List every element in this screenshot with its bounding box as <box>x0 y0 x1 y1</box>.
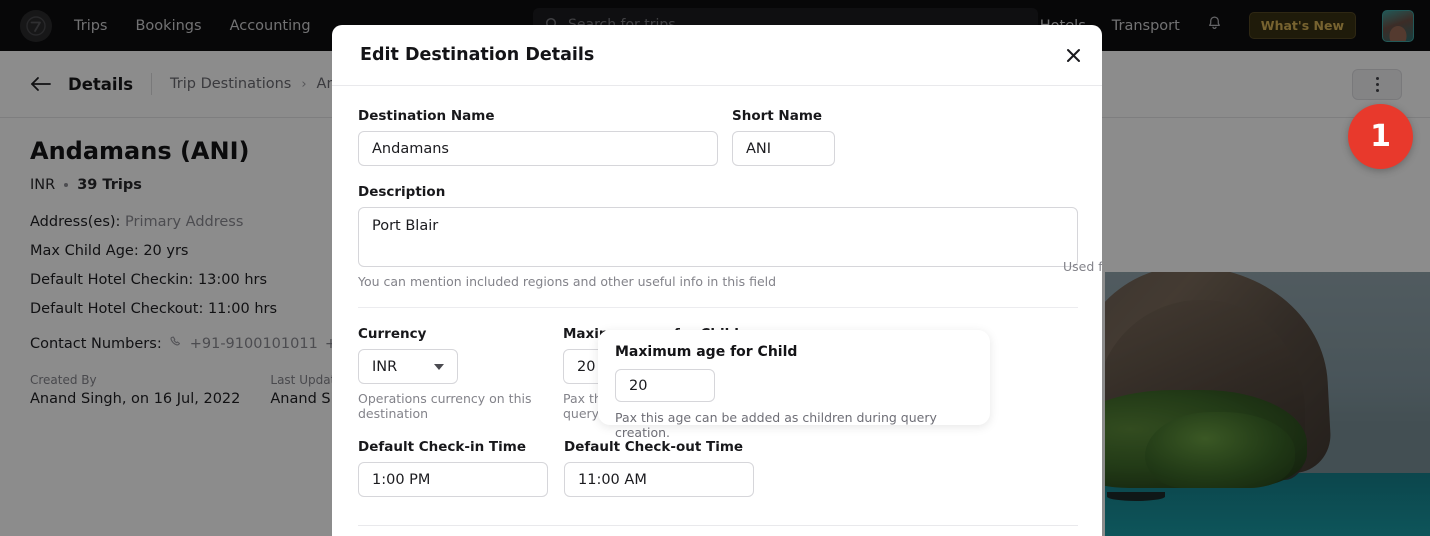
tour-step-badge[interactable]: 1 <box>1348 104 1413 169</box>
name-row: Destination Name Andamans Short Name ANI <box>358 108 1076 166</box>
spotlight-hint: Pax this age can be added as children du… <box>615 410 973 440</box>
modal-title: Edit Destination Details <box>344 37 610 73</box>
chevron-down-icon <box>434 364 444 370</box>
currency-label: Currency <box>358 326 563 342</box>
description-hint: You can mention included regions and oth… <box>358 274 1076 289</box>
short-name-input[interactable]: ANI <box>732 131 835 166</box>
max-child-age-spotlight-card: Maximum age for Child 20 Pax this age ca… <box>598 330 990 425</box>
checkin-time-field-group: Default Check-in Time 1:00 PM <box>358 439 548 497</box>
edit-destination-modal: Destination Name Andamans Short Name ANI… <box>332 25 1102 536</box>
short-name-label: Short Name <box>732 108 835 124</box>
currency-select[interactable]: INR <box>358 349 458 384</box>
destination-name-field-group: Destination Name Andamans <box>358 108 718 166</box>
currency-field-group: Currency INR Operations currency on this… <box>358 326 563 421</box>
currency-selected-value: INR <box>372 359 397 375</box>
spotlight-max-child-age-input[interactable]: 20 <box>615 369 715 402</box>
modal-footer-divider <box>358 525 1078 526</box>
section-divider <box>358 307 1078 308</box>
app-root: Trips Bookings Accounting Search for tri… <box>0 0 1430 536</box>
description-field-group: Description Port Blair You can mention i… <box>358 184 1076 289</box>
description-textarea[interactable]: Port Blair <box>358 207 1078 267</box>
short-name-field-group: Short Name ANI <box>732 108 835 166</box>
short-name-hint: Used for displaying this destination acr… <box>1063 259 1102 274</box>
description-label: Description <box>358 184 1076 200</box>
destination-name-input[interactable]: Andamans <box>358 131 718 166</box>
time-row: Default Check-in Time 1:00 PM Default Ch… <box>358 439 1076 497</box>
destination-name-label: Destination Name <box>358 108 718 124</box>
spotlight-title: Maximum age for Child <box>615 344 973 360</box>
checkout-time-field-group: Default Check-out Time 11:00 AM <box>564 439 754 497</box>
checkout-time-input[interactable]: 11:00 AM <box>564 462 754 497</box>
checkin-time-input[interactable]: 1:00 PM <box>358 462 548 497</box>
checkin-time-label: Default Check-in Time <box>358 439 548 455</box>
close-icon[interactable] <box>1058 40 1088 70</box>
currency-hint: Operations currency on this destination <box>358 391 563 421</box>
checkout-time-label: Default Check-out Time <box>564 439 754 455</box>
